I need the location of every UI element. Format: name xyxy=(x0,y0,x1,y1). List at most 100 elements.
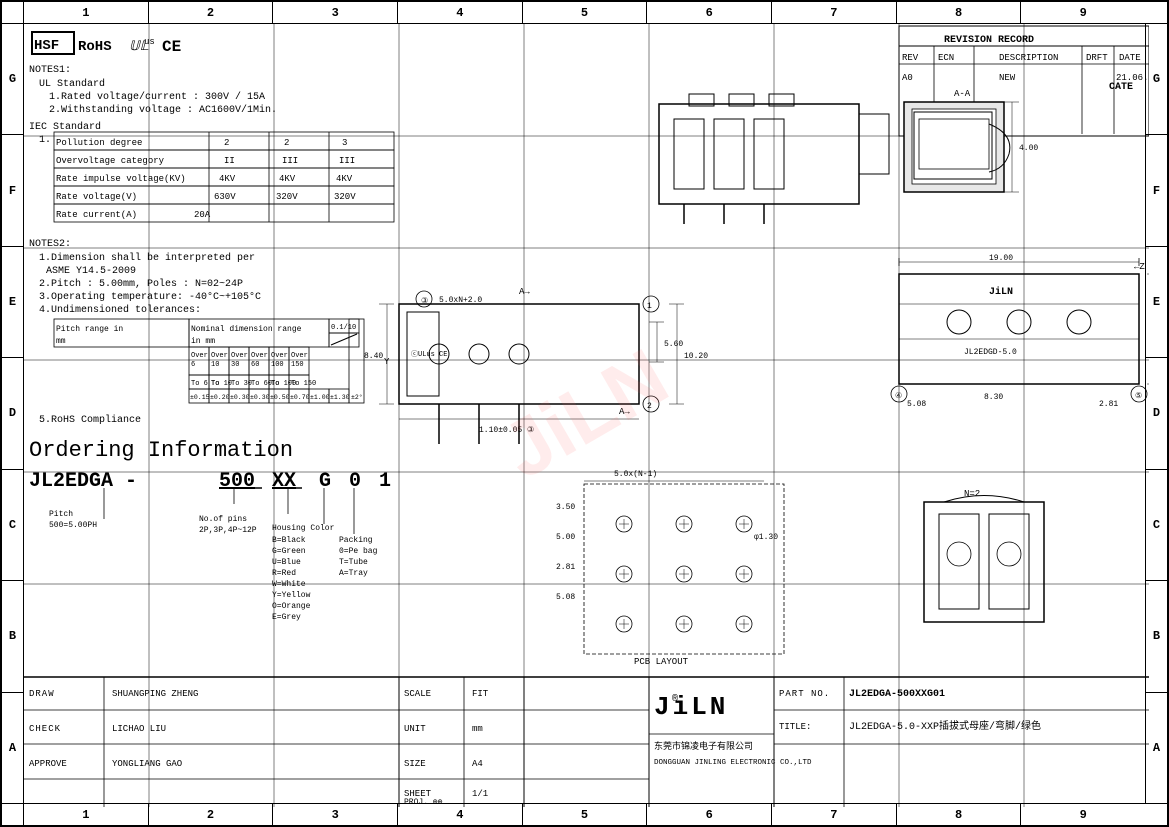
svg-text:10.20: 10.20 xyxy=(684,352,708,361)
svg-text:6: 6 xyxy=(191,361,195,369)
svg-text:mm: mm xyxy=(472,724,483,734)
svg-text:APPROVE: APPROVE xyxy=(29,759,67,769)
svg-text:A-A: A-A xyxy=(954,89,971,99)
svg-text:CATE: CATE xyxy=(1109,82,1133,93)
svg-text:CHECK: CHECK xyxy=(29,724,61,734)
svg-text:ASME Y14.5-2009: ASME Y14.5-2009 xyxy=(46,266,136,277)
col-1: 1 xyxy=(24,2,149,23)
svg-text:5.00: 5.00 xyxy=(556,533,575,542)
col-5: 5 xyxy=(523,2,648,23)
svg-text:U=Blue: U=Blue xyxy=(272,558,301,567)
svg-text:T=Tube: T=Tube xyxy=(339,558,368,567)
svg-text:0=Pe bag: 0=Pe bag xyxy=(339,547,378,556)
svg-text:Over: Over xyxy=(211,352,228,360)
svg-text:4KV: 4KV xyxy=(336,174,353,184)
svg-text:Over: Over xyxy=(231,352,248,360)
svg-text:←Z: ←Z xyxy=(1134,262,1145,272)
col-4: 4 xyxy=(398,2,523,23)
svg-text:±2°: ±2° xyxy=(351,393,363,401)
svg-text:4.00: 4.00 xyxy=(1019,144,1038,153)
svg-text:3: 3 xyxy=(342,138,347,148)
svg-text:Over: Over xyxy=(191,352,208,360)
svg-text:HSF: HSF xyxy=(34,38,59,54)
left-border: G F E D C B A xyxy=(2,24,24,803)
svg-text:JiLN: JiLN xyxy=(654,692,728,722)
svg-text:1.Rated voltage/current : 300V: 1.Rated voltage/current : 300V / 15A xyxy=(49,91,265,103)
svg-text:60: 60 xyxy=(251,361,259,369)
svg-text:1.: 1. xyxy=(39,135,51,146)
svg-text:III: III xyxy=(339,156,355,166)
svg-text:DATE: DATE xyxy=(1119,53,1141,63)
svg-text:Pitch range in: Pitch range in xyxy=(56,325,123,334)
svg-text:To 6: To 6 xyxy=(191,380,208,388)
col-7: 7 xyxy=(772,2,897,23)
corner-top-left xyxy=(2,2,24,23)
svg-text:G: G xyxy=(319,470,331,493)
svg-text:XX: XX xyxy=(272,470,296,493)
svg-text:B=Black: B=Black xyxy=(272,536,306,545)
svg-text:Over: Over xyxy=(271,352,288,360)
col-bot-1: 1 xyxy=(24,804,149,825)
svg-text:Over: Over xyxy=(291,352,308,360)
svg-text:ⓒULus CE: ⓒULus CE xyxy=(411,350,447,359)
svg-text:Housing Color: Housing Color xyxy=(272,524,335,533)
col-bot-2: 2 xyxy=(149,804,274,825)
svg-text:A0: A0 xyxy=(902,73,913,83)
page: JiLN 1 2 3 4 5 6 7 8 9 1 2 3 4 5 6 7 8 9… xyxy=(0,0,1169,827)
row-G-right: G xyxy=(1146,24,1167,135)
svg-text:φ1.30: φ1.30 xyxy=(754,533,778,542)
svg-text:5.08: 5.08 xyxy=(907,400,926,409)
svg-text:Pitch: Pitch xyxy=(49,510,73,519)
svg-text:NOTES1:: NOTES1: xyxy=(29,65,71,76)
svg-text:19.00: 19.00 xyxy=(989,254,1013,263)
svg-text:A=Tray: A=Tray xyxy=(339,569,368,578)
svg-text:1: 1 xyxy=(647,302,652,311)
svg-text:320V: 320V xyxy=(276,192,298,202)
svg-text:Packing: Packing xyxy=(339,536,373,545)
svg-text:W=White: W=White xyxy=(272,580,306,589)
corner-bot-right xyxy=(1145,804,1167,825)
svg-text:DRFT: DRFT xyxy=(1086,53,1108,63)
svg-text:G=Green: G=Green xyxy=(272,547,306,556)
svg-text:630V: 630V xyxy=(214,192,236,202)
svg-text:TITLE:: TITLE: xyxy=(779,722,811,732)
svg-text:No.of pins: No.of pins xyxy=(199,515,247,524)
svg-text:150: 150 xyxy=(291,361,304,369)
svg-text:4KV: 4KV xyxy=(219,174,236,184)
svg-text:A4: A4 xyxy=(472,759,483,769)
svg-text:±0.15: ±0.15 xyxy=(190,394,210,401)
svg-text:JiLN: JiLN xyxy=(989,286,1013,298)
svg-text:CE: CE xyxy=(162,38,181,56)
svg-text:2: 2 xyxy=(284,138,289,148)
svg-text:±0.70: ±0.70 xyxy=(290,394,310,401)
top-border: 1 2 3 4 5 6 7 8 9 xyxy=(2,2,1167,24)
svg-text:JL2EDGA -: JL2EDGA - xyxy=(29,470,137,493)
svg-text:5.0x(N-1): 5.0x(N-1) xyxy=(614,470,657,479)
svg-text:320V: 320V xyxy=(334,192,356,202)
row-B-right: B xyxy=(1146,581,1167,692)
svg-text:8.40: 8.40 xyxy=(364,352,383,361)
svg-text:500=5.00PH: 500=5.00PH xyxy=(49,521,97,530)
svg-text:Pollution degree: Pollution degree xyxy=(56,138,142,148)
row-D: D xyxy=(2,358,23,469)
svg-text:±0.30: ±0.30 xyxy=(230,394,250,401)
col-9: 9 xyxy=(1021,2,1145,23)
row-C: C xyxy=(2,470,23,581)
col-bot-9: 9 xyxy=(1021,804,1145,825)
col-8: 8 xyxy=(897,2,1022,23)
col-2: 2 xyxy=(149,2,274,23)
svg-text:PART NO.: PART NO. xyxy=(779,689,830,699)
svg-text:us: us xyxy=(144,37,155,47)
svg-text:±1.00: ±1.00 xyxy=(310,394,330,401)
svg-text:UL Standard: UL Standard xyxy=(39,78,105,90)
svg-text:±0.30: ±0.30 xyxy=(250,394,270,401)
svg-text:Rate current(A): Rate current(A) xyxy=(56,210,137,220)
svg-text:SCALE: SCALE xyxy=(404,689,431,699)
main-drawing: HSF RoHS 𝕌𝕃 us CE NOTES1: UL Standard 1.… xyxy=(24,24,1149,807)
row-D-right: D xyxy=(1146,358,1167,469)
svg-text:PROJ. ⊕⊕: PROJ. ⊕⊕ xyxy=(404,798,443,807)
row-F-right: F xyxy=(1146,135,1167,246)
svg-text:100: 100 xyxy=(271,361,284,369)
svg-text:3.50: 3.50 xyxy=(556,503,575,512)
svg-text:NOTES2:: NOTES2: xyxy=(29,239,71,250)
